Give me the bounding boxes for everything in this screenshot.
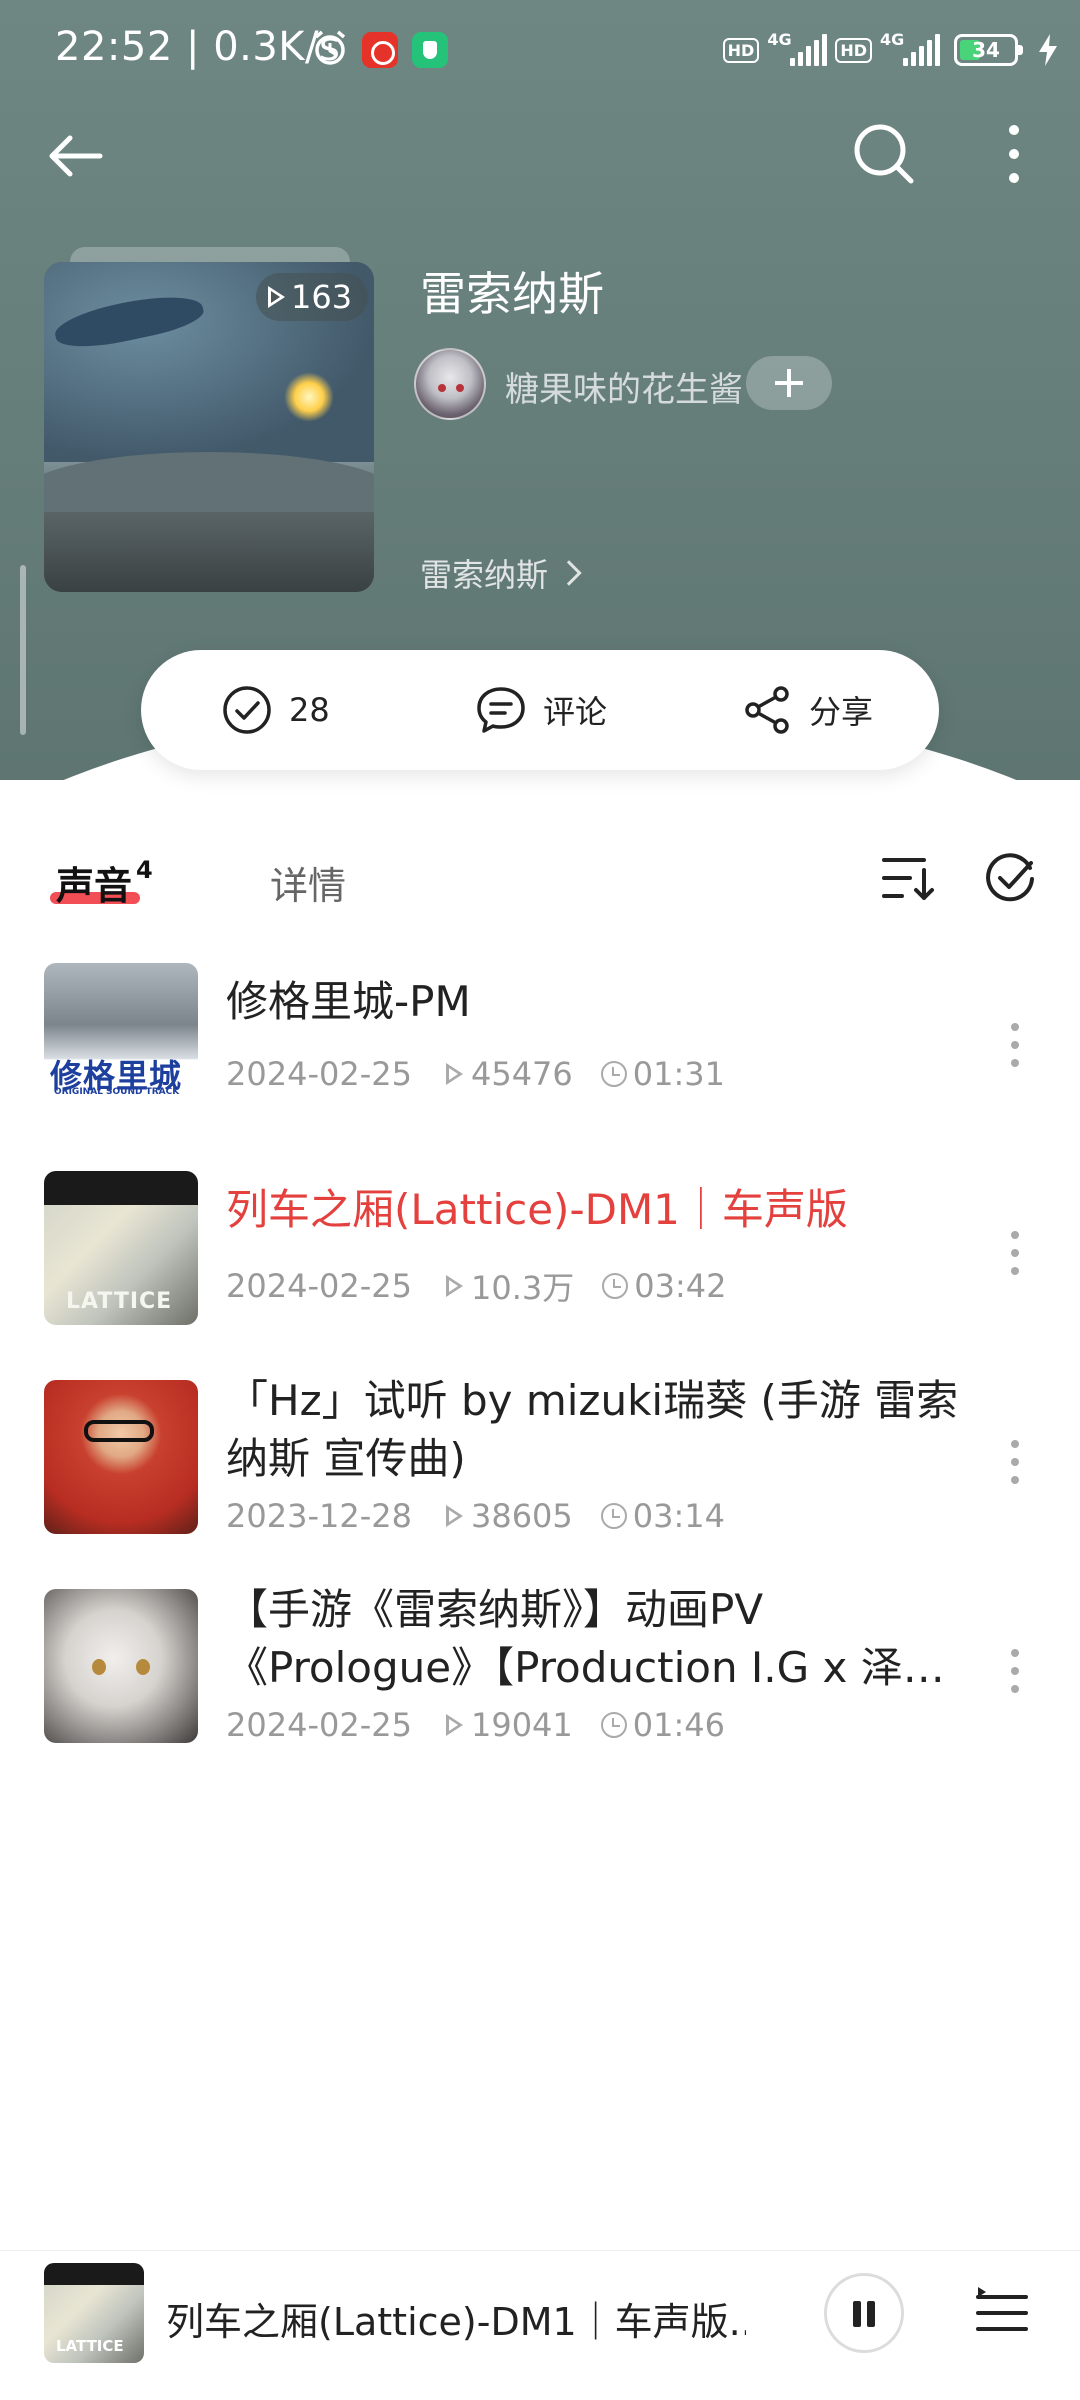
album-title: 雷索纳斯 bbox=[420, 267, 604, 321]
track-item[interactable]: 「Hz」试听 by mizuki瑞葵 (手游 雷索纳斯 宣传曲) 2023-12… bbox=[0, 1372, 1080, 1552]
battery-icon: 34 bbox=[954, 34, 1023, 66]
track-meta: 2024-02-25 10.3万 03:42 bbox=[226, 1263, 726, 1309]
play-count-badge: 163 bbox=[256, 273, 369, 321]
share-icon bbox=[745, 686, 789, 734]
tab-detail[interactable]: 详情 bbox=[270, 855, 346, 910]
track-duration: 03:14 bbox=[632, 1497, 725, 1535]
mini-player-thumbnail[interactable]: LATTICE bbox=[44, 2263, 144, 2363]
track-more-icon[interactable] bbox=[1000, 1223, 1030, 1283]
track-plays: 45476 bbox=[470, 1055, 573, 1093]
play-count-icon bbox=[445, 1063, 463, 1085]
track-thumbnail bbox=[44, 1380, 198, 1534]
track-more-icon[interactable] bbox=[1000, 1015, 1030, 1075]
track-duration: 01:31 bbox=[632, 1055, 725, 1093]
subscribe-button[interactable]: 28 bbox=[221, 650, 330, 770]
signal-icon-2: 4G bbox=[880, 30, 940, 70]
track-item[interactable]: 修格里城 ORIGINAL SOUND TRACK 修格里城-PM 2024-0… bbox=[0, 955, 1080, 1135]
status-bar: 22:52 | 0.3K/s HD 4G HD 4G 34 bbox=[0, 0, 1080, 100]
track-date: 2024-02-25 bbox=[226, 1055, 412, 1093]
track-duration: 03:42 bbox=[634, 1267, 727, 1305]
author-name[interactable]: 糖果味的花生酱 bbox=[505, 362, 743, 411]
track-thumbnail: LATTICE bbox=[44, 1171, 198, 1325]
play-count: 163 bbox=[291, 278, 353, 316]
mini-player-title[interactable]: 列车之厢(Lattice)-DM1｜车声版... bbox=[166, 2291, 746, 2346]
signal-icon: 4G bbox=[767, 30, 828, 70]
play-icon bbox=[268, 286, 285, 308]
playlist-icon[interactable] bbox=[972, 2283, 1032, 2343]
track-item[interactable]: LATTICE 列车之厢(Lattice)-DM1｜车声版 2024-02-25… bbox=[0, 1163, 1080, 1343]
track-thumbnail bbox=[44, 1589, 198, 1743]
netease-music-icon bbox=[362, 32, 398, 68]
comment-button[interactable]: 评论 bbox=[475, 650, 607, 770]
author-avatar[interactable] bbox=[414, 348, 486, 420]
sort-icon[interactable] bbox=[880, 850, 936, 906]
hd-badge-2: HD bbox=[835, 37, 872, 63]
play-count-icon bbox=[445, 1275, 463, 1297]
track-title: 「Hz」试听 by mizuki瑞葵 (手游 雷索纳斯 宣传曲) bbox=[226, 1376, 959, 1483]
play-count-icon bbox=[445, 1505, 463, 1527]
track-title-playing: 列车之厢(Lattice)-DM1｜车声版 bbox=[226, 1185, 848, 1234]
duration-icon bbox=[600, 1061, 627, 1087]
share-button[interactable]: 分享 bbox=[741, 650, 873, 770]
track-duration: 01:46 bbox=[632, 1706, 725, 1744]
duration-icon bbox=[602, 1273, 629, 1299]
duration-icon bbox=[600, 1503, 627, 1529]
tab-sounds[interactable]: 声音 bbox=[56, 855, 132, 910]
track-more-icon[interactable] bbox=[1000, 1641, 1030, 1701]
chevron-right-icon bbox=[556, 560, 582, 586]
subscribe-count: 28 bbox=[289, 691, 330, 729]
track-plays: 19041 bbox=[470, 1706, 573, 1744]
back-arrow-icon[interactable] bbox=[40, 120, 112, 192]
track-thumbnail: 修格里城 ORIGINAL SOUND TRACK bbox=[44, 963, 198, 1117]
track-date: 2024-02-25 bbox=[226, 1267, 412, 1305]
mini-player[interactable]: LATTICE 列车之厢(Lattice)-DM1｜车声版... bbox=[0, 2250, 1080, 2400]
search-icon[interactable] bbox=[848, 118, 920, 190]
status-indicators: HD 4G HD 4G 34 bbox=[722, 28, 1060, 72]
track-meta: 2023-12-28 38605 03:14 bbox=[226, 1497, 725, 1535]
comment-icon bbox=[477, 687, 525, 733]
series-link[interactable]: 雷索纳斯 bbox=[420, 550, 582, 596]
track-plays: 38605 bbox=[470, 1497, 573, 1535]
play-count-icon bbox=[445, 1714, 463, 1736]
track-plays: 10.3万 bbox=[470, 1269, 575, 1307]
track-date: 2024-02-25 bbox=[226, 1706, 412, 1744]
alarm-icon bbox=[314, 30, 346, 65]
track-more-icon[interactable] bbox=[1000, 1432, 1030, 1492]
series-link-label: 雷索纳斯 bbox=[420, 556, 549, 594]
multi-select-icon[interactable] bbox=[984, 852, 1038, 906]
status-time: 22:52 | 0.3K/s bbox=[55, 24, 341, 70]
scroll-indicator bbox=[20, 565, 26, 735]
share-label: 分享 bbox=[809, 693, 874, 731]
track-item[interactable]: 【手游《雷索纳斯》】动画PV《Prologue》【Production I.G … bbox=[0, 1581, 1080, 1761]
hd-badge: HD bbox=[722, 37, 760, 63]
more-vertical-icon[interactable] bbox=[990, 118, 1038, 190]
security-app-icon bbox=[412, 32, 448, 68]
track-meta: 2024-02-25 45476 01:31 bbox=[226, 1055, 725, 1093]
tab-sounds-count: 4 bbox=[136, 856, 153, 884]
track-date: 2023-12-28 bbox=[226, 1497, 412, 1535]
follow-button[interactable] bbox=[746, 356, 832, 410]
track-title: 【手游《雷索纳斯》】动画PV《Prologue》【Production I.G … bbox=[226, 1585, 945, 1692]
track-meta: 2024-02-25 19041 01:46 bbox=[226, 1706, 725, 1744]
check-circle-icon bbox=[223, 686, 271, 734]
duration-icon bbox=[600, 1712, 627, 1738]
action-card: 28 评论 分享 bbox=[141, 650, 939, 770]
charging-icon bbox=[1039, 34, 1057, 66]
comment-label: 评论 bbox=[543, 693, 608, 731]
pause-icon[interactable] bbox=[824, 2273, 904, 2353]
track-title: 修格里城-PM bbox=[226, 977, 471, 1026]
